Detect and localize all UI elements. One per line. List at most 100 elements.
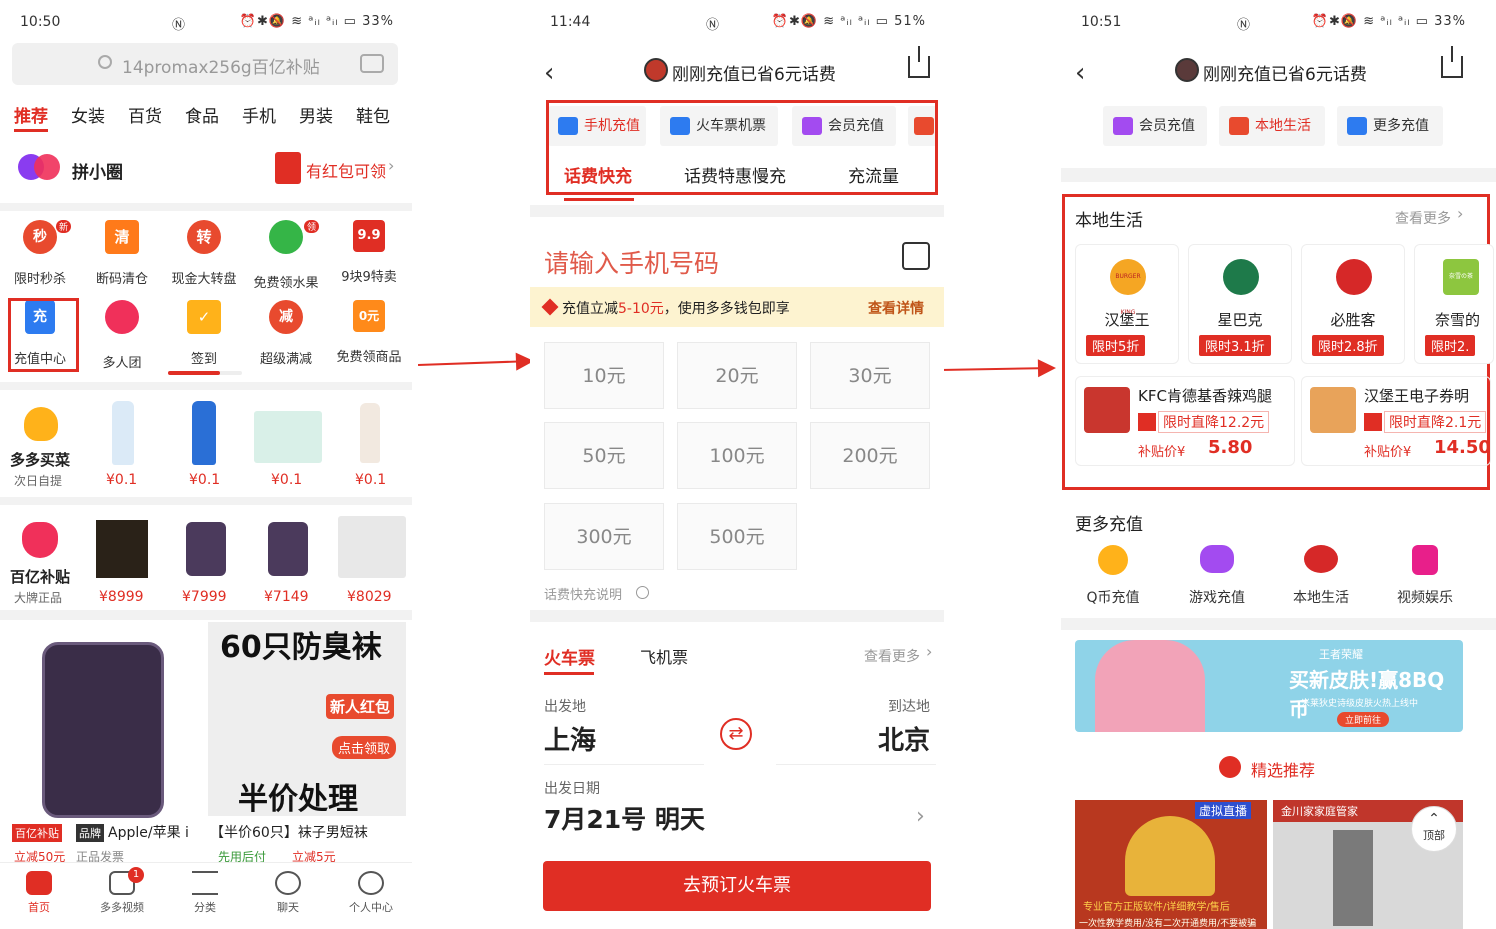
page-title: 刚刚充值已省6元话费 bbox=[1203, 65, 1367, 85]
tab-recommend[interactable]: 推荐 bbox=[14, 102, 48, 127]
search-input[interactable]: 14promax256g百亿补贴 bbox=[122, 53, 320, 78]
redpack-icon bbox=[275, 152, 301, 184]
shortcut-checkin[interactable]: ✓ 签到 bbox=[164, 300, 244, 367]
back-to-top-button[interactable]: ⌃ 顶部 bbox=[1411, 806, 1457, 852]
amount-option[interactable]: 100元 bbox=[677, 422, 797, 489]
shortcut-clearance[interactable]: 清 断码清仓 bbox=[82, 220, 162, 287]
shortcut-fruit[interactable]: 领 免费领水果 bbox=[246, 220, 326, 291]
from-city[interactable]: 上海 bbox=[544, 720, 596, 757]
recharge-label: Q币充值 bbox=[1086, 590, 1140, 606]
shortcut-free-goods[interactable]: 0元 免费领商品 bbox=[328, 300, 410, 365]
nav-label: 首页 bbox=[28, 901, 50, 914]
nav-video[interactable]: 1 多多视频 bbox=[92, 867, 152, 915]
amount-option[interactable]: 10元 bbox=[544, 342, 664, 409]
price-label: ¥0.1 bbox=[355, 472, 387, 488]
tab-train[interactable]: 火车票 bbox=[544, 644, 595, 669]
scroll-indicator bbox=[168, 371, 242, 375]
nav-category[interactable]: 分类 bbox=[175, 871, 235, 915]
more-recharge-local[interactable]: 本地生活 bbox=[1285, 545, 1357, 607]
price-drop-icon bbox=[1364, 413, 1382, 431]
nav-home[interactable]: 首页 bbox=[9, 871, 69, 915]
game-character-image bbox=[1095, 640, 1205, 732]
game-banner[interactable]: 王者荣耀 买新皮肤!赢8BQ币 米莱狄史诗级皮肤火热上线中 立即前往 bbox=[1075, 640, 1463, 732]
contacts-icon[interactable] bbox=[902, 242, 930, 270]
price-label: ¥0.1 bbox=[189, 472, 221, 488]
shortcut-discount[interactable]: 减 超级满减 bbox=[246, 300, 326, 367]
video-card-1[interactable]: 虚拟直播 专业官方正版软件/详细教学/售后 一次性教学费用/没有二次开通费用/不… bbox=[1075, 800, 1267, 929]
banner-subtitle: 米莱狄史诗级皮肤火热上线中 bbox=[1301, 699, 1419, 709]
shortcut-wheel[interactable]: 转 现金大转盘 bbox=[164, 220, 244, 287]
shop-card-nayuki[interactable]: 奈雪の茶 奈雪的 限时2. bbox=[1414, 244, 1494, 364]
divider bbox=[1061, 168, 1496, 182]
shortcut-99[interactable]: 9.9 9块9特卖 bbox=[328, 220, 410, 285]
feed-card-socks[interactable]: 60只防臭袜 新人红包 点击领取 半价处理 【半价60只】袜子男短袜 先用后付 … bbox=[208, 622, 406, 864]
camera-icon[interactable] bbox=[360, 54, 384, 73]
to-city[interactable]: 北京 bbox=[878, 720, 930, 757]
recharge-note-link[interactable]: 话费快充说明 bbox=[544, 584, 622, 603]
amount-option[interactable]: 200元 bbox=[810, 422, 930, 489]
nav-chat[interactable]: 聊天 bbox=[258, 871, 318, 915]
amount-option[interactable]: 30元 bbox=[810, 342, 930, 409]
shop-name: 奈雪的 bbox=[1435, 311, 1481, 329]
amount-option[interactable]: 20元 bbox=[677, 342, 797, 409]
share-icon[interactable] bbox=[908, 46, 930, 78]
phone-input[interactable]: 请输入手机号码 bbox=[544, 244, 719, 280]
chip-more-recharge[interactable]: 更多充值 bbox=[1337, 106, 1443, 146]
tab-flight[interactable]: 飞机票 bbox=[640, 644, 688, 668]
chip-membership[interactable]: 会员充值 bbox=[1103, 106, 1207, 146]
amount-option[interactable]: 50元 bbox=[544, 422, 664, 489]
circle-row[interactable]: 拼小圈 有红包可领 › bbox=[0, 142, 412, 194]
tab-shoes[interactable]: 鞋包 bbox=[356, 102, 390, 127]
swap-icon[interactable]: ⇄ bbox=[720, 718, 752, 750]
more-recharge-q[interactable]: Q币充值 bbox=[1077, 545, 1149, 607]
share-icon[interactable] bbox=[1441, 46, 1463, 78]
divider bbox=[776, 764, 936, 765]
back-icon[interactable]: ‹ bbox=[1075, 58, 1085, 88]
promo-detail-link[interactable]: 查看详情 bbox=[868, 298, 924, 318]
tab-men[interactable]: 男装 bbox=[299, 102, 333, 127]
baiyi-section[interactable]: 百亿补贴 大牌正品 ¥8999 ¥7999 ¥7149 ¥8029 bbox=[0, 512, 412, 612]
more-recharge-game[interactable]: 游戏充值 bbox=[1181, 545, 1253, 607]
maicai-section[interactable]: 多多买菜 次日自提 ¥0.1 ¥0.1 ¥0.1 ¥0.1 bbox=[0, 395, 412, 495]
info-icon[interactable] bbox=[636, 586, 649, 599]
back-icon[interactable]: ‹ bbox=[544, 58, 554, 88]
product-card-kfc[interactable]: KFC肯德基香辣鸡腿 限时直降12.2元 补贴价¥ 5.80 bbox=[1075, 376, 1295, 466]
more-recharge-video[interactable]: 视频娱乐 bbox=[1389, 545, 1461, 607]
tab-general[interactable]: 百货 bbox=[128, 102, 162, 127]
chip-local-life[interactable]: 本地生活 bbox=[1219, 106, 1325, 146]
chevron-right-icon[interactable]: › bbox=[916, 804, 925, 829]
banner-cta-button[interactable]: 立即前往 bbox=[1337, 712, 1390, 727]
price-label: ¥7149 bbox=[264, 589, 309, 605]
water-bottle-image bbox=[112, 401, 134, 465]
status-time: 11:44 bbox=[550, 14, 591, 30]
search-bar[interactable]: 14promax256g百亿补贴 bbox=[12, 43, 398, 85]
claim-button[interactable]: 点击领取 bbox=[332, 736, 397, 759]
bottom-nav: 首页 1 多多视频 分类 聊天 个人中心 bbox=[0, 862, 412, 929]
shop-card-starbucks[interactable]: 星巴克 限时3.1折 bbox=[1188, 244, 1292, 364]
feed-card-iphone[interactable]: 百亿补贴 品牌 Apple/苹果 i 立减50元 正品发票 bbox=[6, 622, 202, 864]
shop-card-burger-king[interactable]: BURGER KING 汉堡王 限时5折 bbox=[1075, 244, 1179, 364]
tab-women[interactable]: 女装 bbox=[71, 102, 105, 127]
price-label: 补贴价¥ bbox=[1364, 445, 1412, 460]
redpack-label[interactable]: 有红包可领 bbox=[306, 158, 386, 182]
product-card-burger-king[interactable]: 汉堡王电子券明 限时直降2.1元 补贴价¥ 14.50 bbox=[1301, 376, 1491, 466]
amount-option[interactable]: 300元 bbox=[544, 503, 664, 570]
shop-deal: 限时2.8折 bbox=[1312, 335, 1384, 356]
shop-card-pizza-hut[interactable]: 必胜客 限时2.8折 bbox=[1301, 244, 1405, 364]
see-more-link[interactable]: 查看更多 bbox=[864, 646, 920, 666]
nav-profile[interactable]: 个人中心 bbox=[341, 871, 401, 915]
date-value[interactable]: 7月21号 明天 bbox=[544, 800, 705, 836]
tab-food[interactable]: 食品 bbox=[185, 102, 219, 127]
shop-name: 汉堡王 bbox=[1104, 311, 1150, 329]
book-train-button[interactable]: 去预订火车票 bbox=[543, 861, 931, 911]
profile-icon bbox=[358, 871, 384, 895]
status-icons: ⏰✱🔕 ≋ ᵃᵢₗ ᵃᵢₗ ▭ 51% bbox=[771, 14, 926, 29]
shortcut-flash-sale[interactable]: 秒 新 限时秒杀 bbox=[0, 220, 80, 287]
see-more-link[interactable]: 查看更多 bbox=[1395, 208, 1451, 228]
video-tag: 虚拟直播 bbox=[1195, 802, 1252, 819]
shortcut-group[interactable]: 多人团 bbox=[82, 300, 162, 371]
amount-option[interactable]: 500元 bbox=[677, 503, 797, 570]
shortcut-label: 签到 bbox=[190, 352, 217, 367]
tab-phone[interactable]: 手机 bbox=[242, 102, 276, 127]
chevron-right-icon: › bbox=[1457, 204, 1464, 223]
